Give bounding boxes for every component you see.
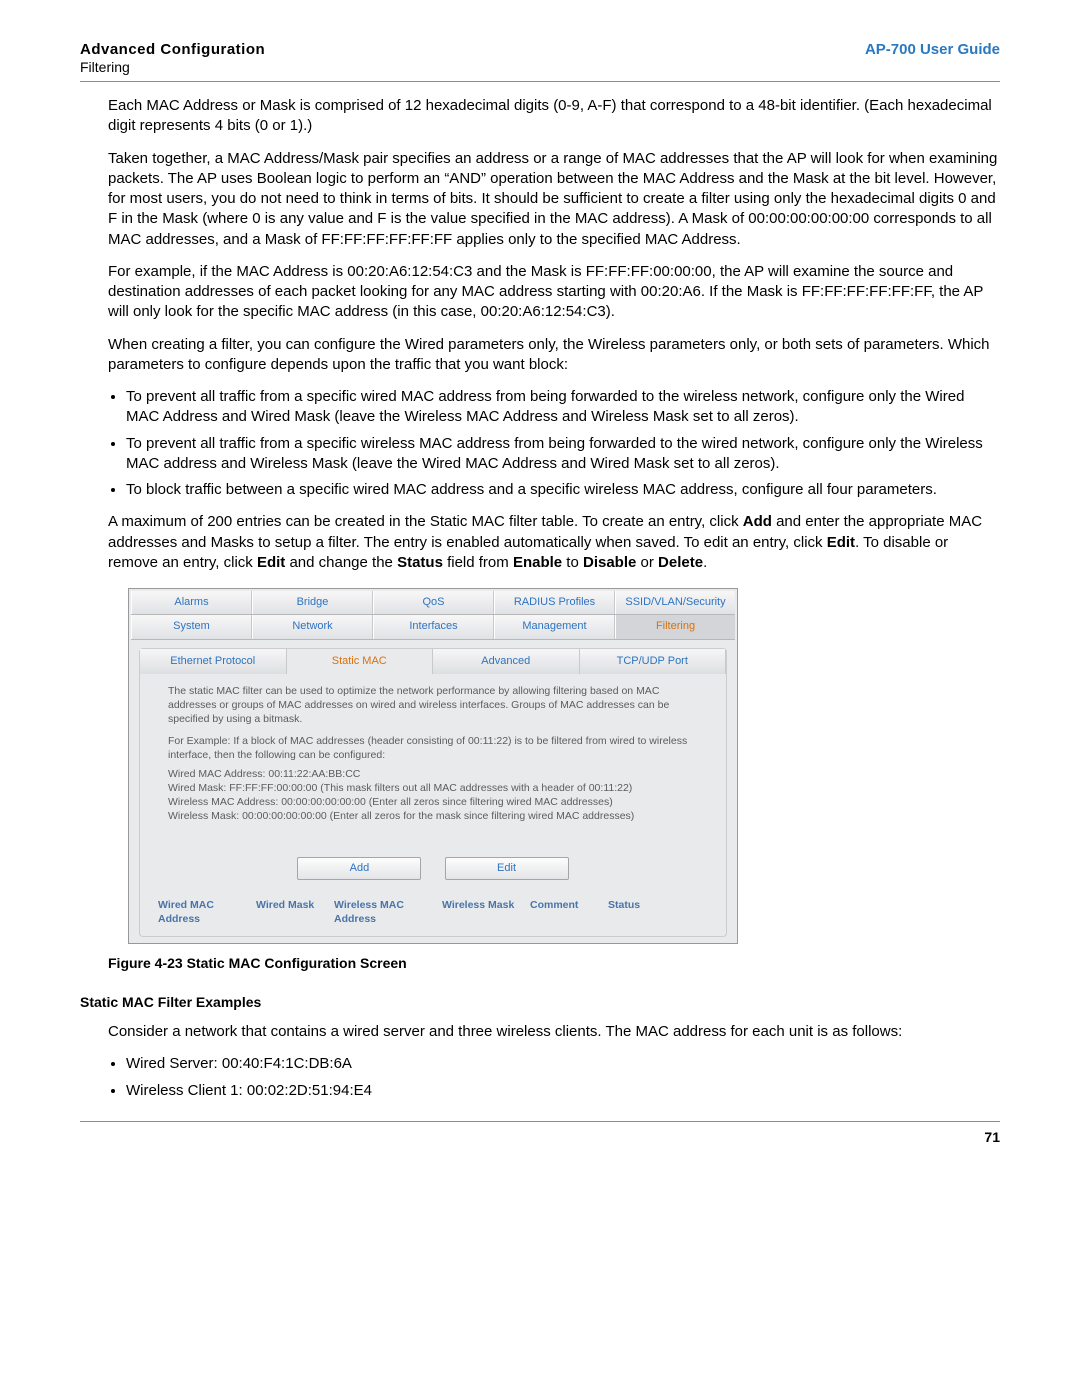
- bullet-list-1: To prevent all traffic from a specific w…: [126, 387, 1000, 500]
- edit-button[interactable]: Edit: [445, 857, 569, 880]
- para-4: When creating a filter, you can configur…: [108, 335, 1000, 376]
- para-5: A maximum of 200 entries can be created …: [108, 512, 1000, 573]
- tab-ssid[interactable]: SSID/VLAN/Security: [615, 591, 735, 614]
- subtab-advanced[interactable]: Advanced: [433, 649, 580, 674]
- list-item: Wired Server: 00:40:F4:1C:DB:6A: [126, 1054, 1000, 1074]
- button-row: Add Edit: [140, 857, 726, 880]
- examples-heading: Static MAC Filter Examples: [80, 993, 1000, 1012]
- tab-row-2: System Network Interfaces Management Fil…: [131, 615, 735, 640]
- col-status: Status: [604, 898, 667, 926]
- list-item: To prevent all traffic from a specific w…: [126, 387, 1000, 428]
- para-1: Each MAC Address or Mask is comprised of…: [108, 96, 1000, 137]
- add-button[interactable]: Add: [297, 857, 421, 880]
- col-wired-mac: Wired MAC Address: [154, 898, 252, 926]
- tab-bridge[interactable]: Bridge: [252, 591, 373, 614]
- list-item: To block traffic between a specific wire…: [126, 480, 1000, 500]
- config-ui: Alarms Bridge QoS RADIUS Profiles SSID/V…: [128, 588, 738, 944]
- col-comment: Comment: [526, 898, 604, 926]
- header-right: AP-700 User Guide: [865, 40, 1000, 60]
- body-text: Each MAC Address or Mask is comprised of…: [80, 96, 1000, 973]
- tab-qos[interactable]: QoS: [373, 591, 494, 614]
- figure-caption: Figure 4-23 Static MAC Configuration Scr…: [108, 954, 1000, 973]
- col-wireless-mac: Wireless MAC Address: [330, 898, 438, 926]
- tab-system[interactable]: System: [131, 615, 252, 639]
- page-header: Advanced Configuration Filtering AP-700 …: [80, 40, 1000, 82]
- info-text-1: The static MAC filter can be used to opt…: [140, 680, 726, 731]
- tab-management[interactable]: Management: [494, 615, 615, 639]
- col-wireless-mask: Wireless Mask: [438, 898, 526, 926]
- table-header: Wired MAC Address Wired Mask Wireless MA…: [140, 892, 726, 926]
- info-text-3: Wired MAC Address: 00:11:22:AA:BB:CC Wir…: [140, 767, 726, 828]
- tab-row-1: Alarms Bridge QoS RADIUS Profiles SSID/V…: [131, 591, 735, 615]
- tab-filtering[interactable]: Filtering: [615, 615, 735, 639]
- list-item: To prevent all traffic from a specific w…: [126, 434, 1000, 475]
- tab-network[interactable]: Network: [252, 615, 373, 639]
- page-number: 71: [80, 1121, 1000, 1147]
- tab-alarms[interactable]: Alarms: [131, 591, 252, 614]
- tab-interfaces[interactable]: Interfaces: [373, 615, 494, 639]
- subtab-staticmac[interactable]: Static MAC: [287, 649, 434, 674]
- page: Advanced Configuration Filtering AP-700 …: [40, 0, 1040, 1167]
- col-wired-mask: Wired Mask: [252, 898, 330, 926]
- info-text-2: For Example: If a block of MAC addresses…: [140, 730, 726, 766]
- para-3: For example, if the MAC Address is 00:20…: [108, 262, 1000, 323]
- header-left: Advanced Configuration Filtering: [80, 40, 265, 77]
- examples-body: Consider a network that contains a wired…: [80, 1022, 1000, 1101]
- sub-tab-row: Ethernet Protocol Static MAC Advanced TC…: [140, 649, 726, 674]
- subtab-tcpudp[interactable]: TCP/UDP Port: [580, 649, 727, 674]
- tab-radius[interactable]: RADIUS Profiles: [494, 591, 615, 614]
- header-subtitle: Filtering: [80, 58, 265, 77]
- subtab-ethernet[interactable]: Ethernet Protocol: [140, 649, 287, 674]
- examples-intro: Consider a network that contains a wired…: [108, 1022, 1000, 1042]
- header-title: Advanced Configuration: [80, 41, 265, 58]
- para-2: Taken together, a MAC Address/Mask pair …: [108, 149, 1000, 250]
- list-item: Wireless Client 1: 00:02:2D:51:94:E4: [126, 1081, 1000, 1101]
- filtering-panel: Ethernet Protocol Static MAC Advanced TC…: [139, 648, 727, 938]
- examples-list: Wired Server: 00:40:F4:1C:DB:6A Wireless…: [126, 1054, 1000, 1101]
